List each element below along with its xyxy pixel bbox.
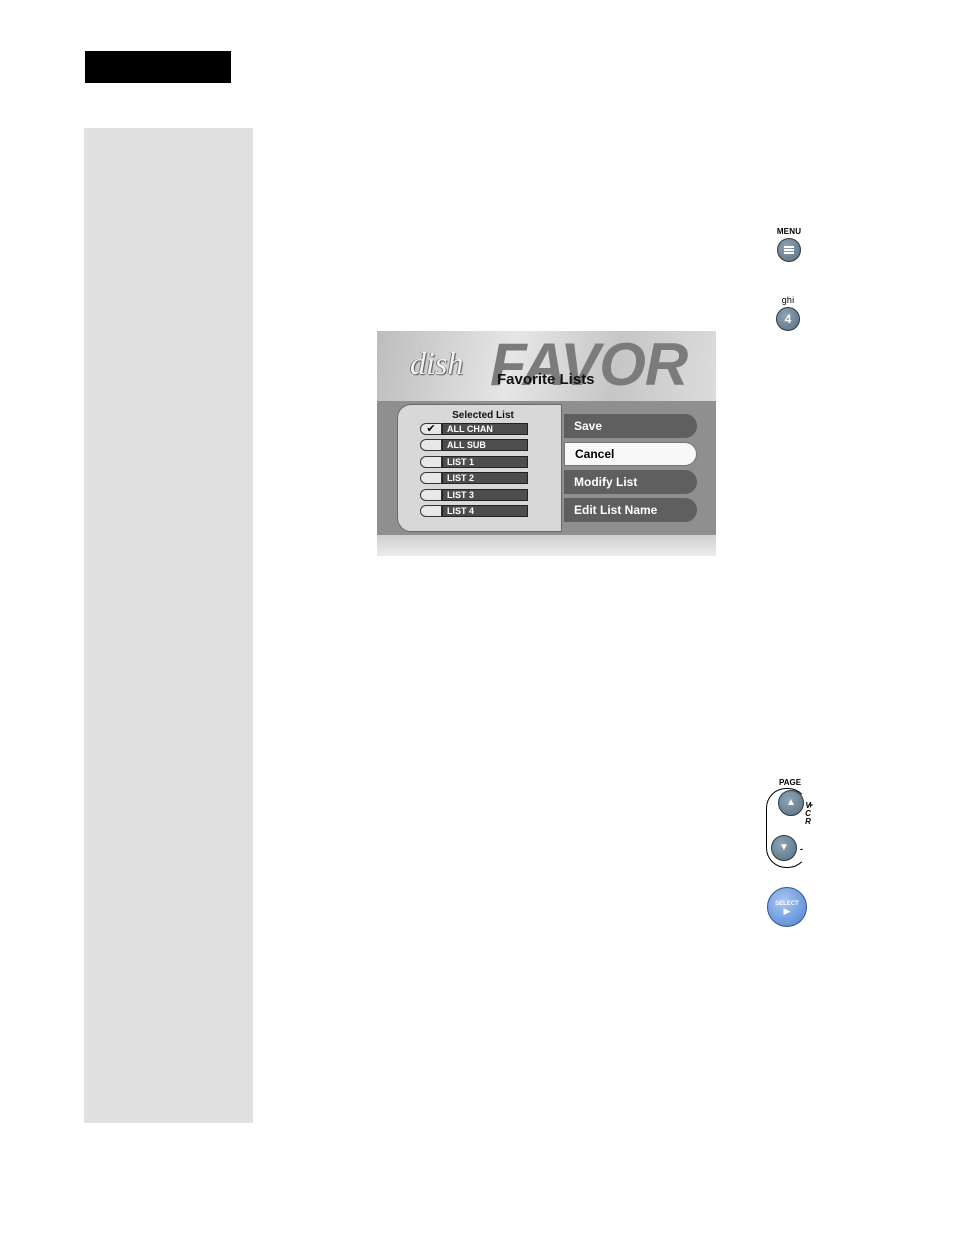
ghi-label: ghi (781, 295, 795, 305)
number-4-button-group: ghi 4 (774, 295, 802, 331)
list-item[interactable]: LIST 3 (420, 488, 530, 501)
list-item[interactable]: ✔ ALL CHAN (420, 423, 530, 435)
action-button[interactable]: Edit List Name (564, 498, 697, 522)
list-item-label: ALL CHAN (442, 423, 528, 435)
dish-logo: dish (410, 345, 464, 381)
page-label: PAGE (779, 778, 802, 787)
list-item-label: LIST 2 (442, 472, 528, 485)
favorite-lists-screen: FAVOR dish Favorite Lists Selected List … (377, 331, 716, 556)
page-down-button[interactable]: ▼ (771, 835, 797, 861)
play-arrow-icon: ▶ (783, 906, 791, 916)
checkbox-empty[interactable] (420, 472, 442, 485)
list-item-label: LIST 1 (442, 455, 528, 468)
sidebar-panel (84, 128, 253, 1123)
menu-button[interactable] (777, 238, 801, 262)
page-button-group: PAGE ▲ ▼ + VCR - (764, 778, 824, 870)
list-item[interactable]: LIST 2 (420, 472, 530, 485)
menu-lines-icon (784, 246, 794, 254)
list-item[interactable]: LIST 4 (420, 505, 530, 517)
list-item-label: ALL SUB (442, 439, 528, 452)
list-item[interactable]: LIST 1 (420, 455, 530, 468)
number-4-button[interactable]: 4 (776, 307, 800, 331)
selected-list-header: Selected List (452, 410, 514, 421)
action-button[interactable]: Cancel (564, 442, 697, 466)
page-minus: - (800, 844, 803, 854)
checkmark-icon[interactable]: ✔ (420, 423, 442, 435)
screen-title: Favorite Lists (497, 371, 595, 388)
checkbox-empty[interactable] (420, 439, 442, 452)
checkbox-empty[interactable] (420, 488, 442, 501)
header-tab (85, 51, 231, 83)
page-up-button[interactable]: ▲ (778, 790, 804, 816)
list-item-label: LIST 4 (442, 505, 528, 517)
select-button[interactable]: SELECT ▶ (767, 887, 807, 927)
action-button[interactable]: Save (564, 414, 697, 438)
list-item[interactable]: ALL SUB (420, 439, 530, 452)
action-button[interactable]: Modify List (564, 470, 697, 494)
checkbox-empty[interactable] (420, 455, 442, 468)
vcr-label: VCR (805, 801, 811, 826)
screen-bottom-band (377, 535, 716, 556)
menu-label: MENU (776, 227, 802, 236)
list-item-label: LIST 3 (442, 488, 528, 501)
checkbox-empty[interactable] (420, 505, 442, 517)
menu-button-group: MENU (775, 227, 803, 262)
